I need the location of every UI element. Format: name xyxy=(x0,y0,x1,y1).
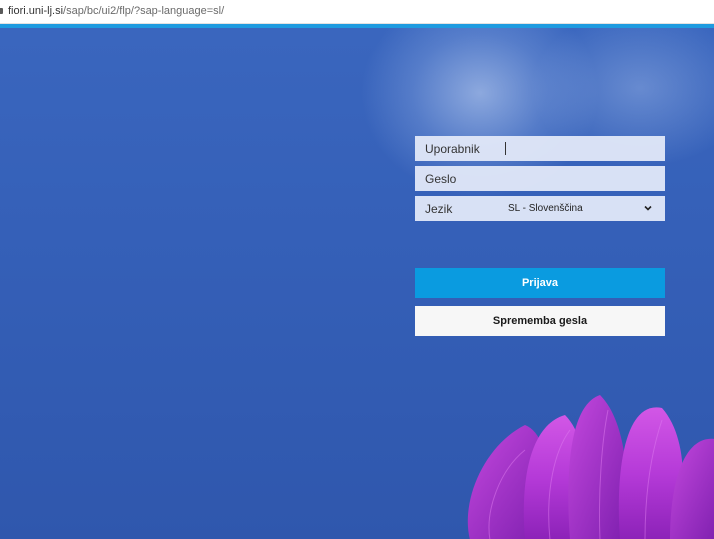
language-label: Jezik xyxy=(425,202,453,216)
username-field[interactable]: Uporabnik xyxy=(415,136,665,161)
login-form: Uporabnik Geslo Jezik SL - Slovenščina xyxy=(415,136,665,226)
password-field[interactable]: Geslo xyxy=(415,166,665,191)
url-path: /sap/bc/ui2/flp/?sap-language=sl/ xyxy=(63,5,225,17)
login-button[interactable]: Prijava xyxy=(415,268,665,298)
url-host: fiori.uni-lj.si xyxy=(8,5,64,17)
change-password-button[interactable]: Sprememba gesla xyxy=(415,306,665,336)
login-page: fiori.uni-lj.si/sap/bc/ui2/flp/?sap-lang… xyxy=(0,0,714,539)
url-text[interactable]: fiori.uni-lj.si/sap/bc/ui2/flp/?sap-lang… xyxy=(8,5,224,17)
language-selected-value[interactable]: SL - Slovenščina xyxy=(508,203,583,214)
language-select[interactable]: Jezik SL - Slovenščina xyxy=(415,196,665,221)
password-label: Geslo xyxy=(425,172,457,186)
lock-icon xyxy=(0,8,3,14)
chevron-down-icon[interactable] xyxy=(643,203,653,213)
flower-image xyxy=(467,395,714,539)
username-label: Uporabnik xyxy=(425,142,480,156)
password-input[interactable] xyxy=(503,169,659,188)
browser-address-bar[interactable]: fiori.uni-lj.si/sap/bc/ui2/flp/?sap-lang… xyxy=(0,0,714,24)
username-input[interactable] xyxy=(503,139,659,158)
